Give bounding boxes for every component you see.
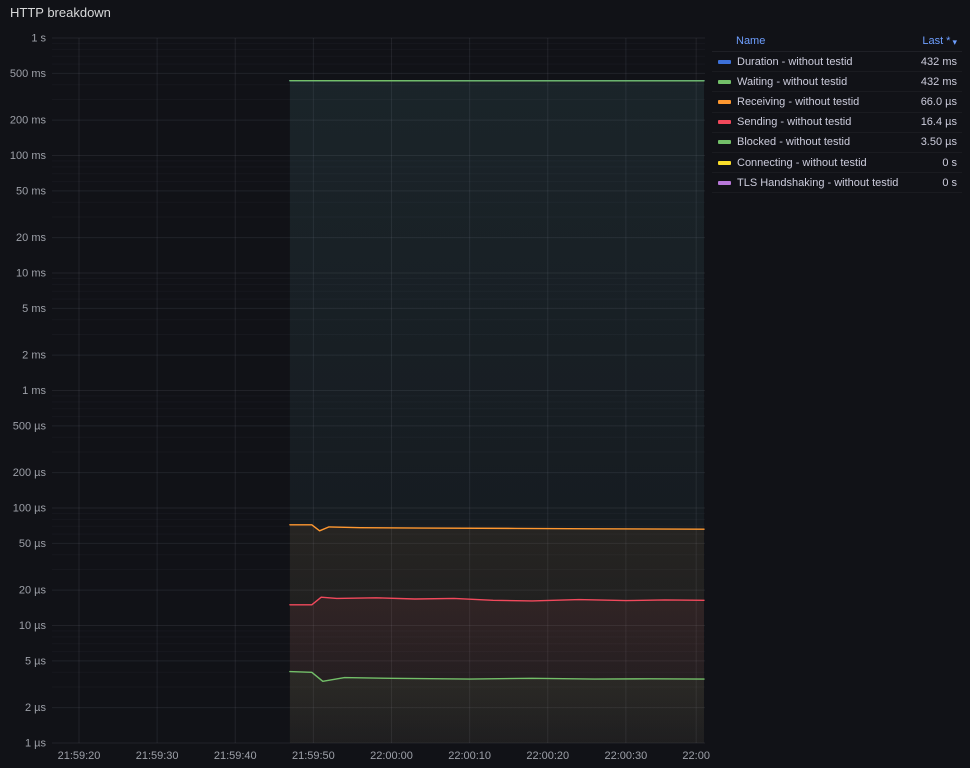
- series-color-swatch: [718, 120, 731, 125]
- svg-text:100 ms: 100 ms: [10, 150, 47, 162]
- svg-text:22:00:20: 22:00:20: [526, 750, 569, 762]
- legend-row[interactable]: Blocked - without testid 3.50 µs: [712, 133, 962, 153]
- series-name[interactable]: Blocked - without testid: [737, 136, 850, 148]
- series-name[interactable]: Sending - without testid: [737, 116, 851, 128]
- svg-text:200 ms: 200 ms: [10, 115, 47, 127]
- series-color-swatch: [718, 59, 731, 64]
- svg-text:10 µs: 10 µs: [19, 620, 47, 632]
- series-last-value: 432 ms: [920, 75, 957, 88]
- series-name[interactable]: Receiving - without testid: [737, 96, 859, 108]
- svg-text:100 µs: 100 µs: [13, 503, 47, 515]
- svg-text:22:00: 22:00: [682, 750, 710, 762]
- svg-text:20 ms: 20 ms: [16, 232, 46, 244]
- svg-text:1 ms: 1 ms: [22, 385, 46, 397]
- legend-header: Name Last * ▾: [712, 31, 962, 52]
- legend-row[interactable]: Waiting - without testid 432 ms: [712, 72, 962, 93]
- svg-text:2 µs: 2 µs: [25, 702, 47, 714]
- series-name[interactable]: Connecting - without testid: [737, 157, 867, 169]
- legend-row[interactable]: TLS Handshaking - without testid 0 s: [712, 173, 962, 194]
- sort-desc-icon: ▾: [952, 36, 957, 47]
- legend-row[interactable]: Sending - without testid 16.4 µs: [712, 113, 962, 133]
- svg-text:500 ms: 500 ms: [10, 68, 47, 80]
- legend-rows: Duration - without testid 432 ms Waiting -…: [712, 52, 962, 194]
- series-name[interactable]: Duration - without testid: [737, 56, 853, 68]
- legend-column-last-label: Last *: [922, 35, 951, 47]
- svg-text:50 ms: 50 ms: [16, 185, 46, 197]
- svg-text:21:59:30: 21:59:30: [136, 750, 179, 762]
- legend-column-name[interactable]: Name: [736, 35, 765, 47]
- svg-text:200 µs: 200 µs: [13, 467, 47, 479]
- legend-row[interactable]: Connecting - without testid 0 s: [712, 153, 962, 174]
- series-last-value: 432 ms: [920, 55, 957, 68]
- series-color-swatch: [718, 140, 731, 145]
- svg-text:21:59:20: 21:59:20: [58, 750, 101, 762]
- series-area-fills: [289, 80, 704, 743]
- y-axis-labels: 1 s 500 ms 200 ms 100 ms 50 ms 20 ms 10 ms 5 ms…: [10, 33, 47, 750]
- legend-column-last[interactable]: Last * ▾: [922, 35, 957, 47]
- series-last-value: 66.0 µs: [920, 95, 957, 108]
- svg-text:1 µs: 1 µs: [25, 738, 47, 750]
- series-last-value: 0 s: [942, 156, 957, 169]
- series-name[interactable]: Waiting - without testid: [737, 76, 847, 88]
- svg-text:500 µs: 500 µs: [13, 420, 47, 432]
- series-color-swatch: [718, 180, 731, 185]
- legend-row[interactable]: Receiving - without testid 66.0 µs: [712, 92, 962, 113]
- svg-text:1 s: 1 s: [31, 33, 46, 45]
- svg-text:21:59:40: 21:59:40: [214, 750, 257, 762]
- legend-row[interactable]: Duration - without testid 432 ms: [712, 52, 962, 73]
- legend-table: Name Last * ▾ Duration - without testid 4…: [712, 31, 962, 194]
- svg-text:22:00:10: 22:00:10: [448, 750, 491, 762]
- svg-text:2 ms: 2 ms: [22, 350, 46, 362]
- svg-text:21:59:50: 21:59:50: [292, 750, 335, 762]
- svg-text:10 ms: 10 ms: [16, 268, 46, 280]
- x-axis-labels: 21:59:20 21:59:30 21:59:40 21:59:50 22:00:00…: [58, 750, 710, 762]
- svg-text:22:00:30: 22:00:30: [604, 750, 647, 762]
- series-last-value: 16.4 µs: [920, 116, 957, 129]
- series-name[interactable]: TLS Handshaking - without testid: [737, 177, 898, 189]
- series-color-swatch: [718, 79, 731, 84]
- series-last-value: 0 s: [942, 176, 957, 189]
- svg-text:5 ms: 5 ms: [22, 303, 46, 315]
- series-last-value: 3.50 µs: [920, 136, 957, 149]
- svg-text:5 µs: 5 µs: [25, 655, 47, 667]
- svg-text:22:00:00: 22:00:00: [370, 750, 413, 762]
- svg-text:50 µs: 50 µs: [19, 538, 47, 550]
- svg-text:20 µs: 20 µs: [19, 585, 47, 597]
- series-fill-blocked: [289, 671, 704, 743]
- series-color-swatch: [718, 160, 731, 165]
- series-color-swatch: [718, 99, 731, 104]
